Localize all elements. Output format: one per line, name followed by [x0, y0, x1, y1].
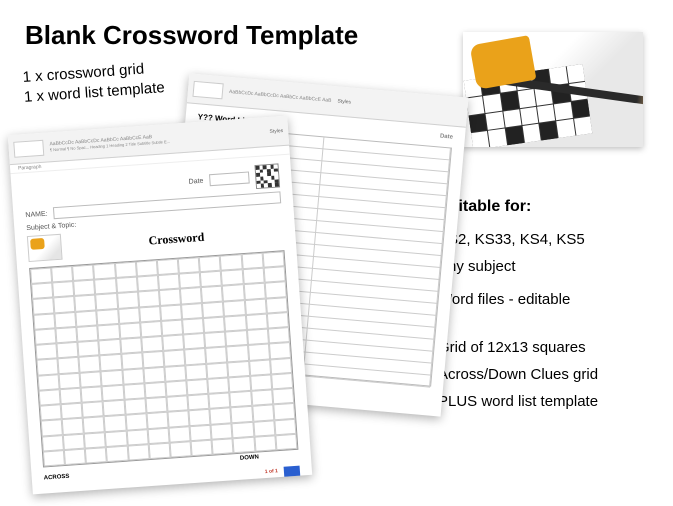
hero-photo — [463, 32, 643, 147]
ribbon-styles: AaBbCcDc AaBbCcDc AaBbCc AaBbCcE AaB — [229, 88, 332, 103]
sidebar-keystages: KS2, KS33, KS4, KS5 — [438, 228, 643, 251]
date-field — [209, 171, 250, 186]
date-label: Date — [188, 177, 203, 185]
sidebar-subject: Any subject — [438, 255, 643, 278]
ribbon-box — [13, 139, 44, 157]
sidebar-title: Suitable for: — [438, 195, 643, 220]
footer-logo-icon — [284, 466, 301, 477]
subject-label: Subject & Topic: — [26, 222, 76, 232]
crossword-grid — [29, 250, 298, 467]
sidebar-clues-desc: Across/Down Clues grid — [438, 363, 643, 386]
crossword-heading: Crossword — [69, 224, 284, 254]
sidebar-info: Suitable for: KS2, KS33, KS4, KS5 Any su… — [438, 195, 643, 417]
crossword-document: AaBbCcDc AaBbCcDc AaBbCc AaBbCcE AaB ¶ N… — [8, 116, 312, 495]
qr-icon — [254, 163, 280, 189]
sidebar-files: Word files - editable — [438, 288, 643, 311]
ribbon-box — [192, 80, 223, 99]
document-previews: AaBbCcDc AaBbCcDc AaBbCc AaBbCcE AaB Sty… — [10, 95, 450, 495]
ribbon-group-label: Styles — [269, 127, 283, 134]
ribbon-group-label: Styles — [337, 98, 351, 105]
wordlist-date-label: Date — [440, 133, 453, 140]
crossword-thumb-icon — [27, 234, 63, 262]
name-label: NAME: — [25, 210, 48, 219]
page-number: 1 of 1 — [265, 468, 278, 475]
sidebar-wordlist-desc: PLUS word list template — [438, 390, 643, 413]
sidebar-grid-desc: Grid of 12x13 squares — [438, 336, 643, 359]
page-title: Blank Crossword Template — [25, 20, 358, 51]
